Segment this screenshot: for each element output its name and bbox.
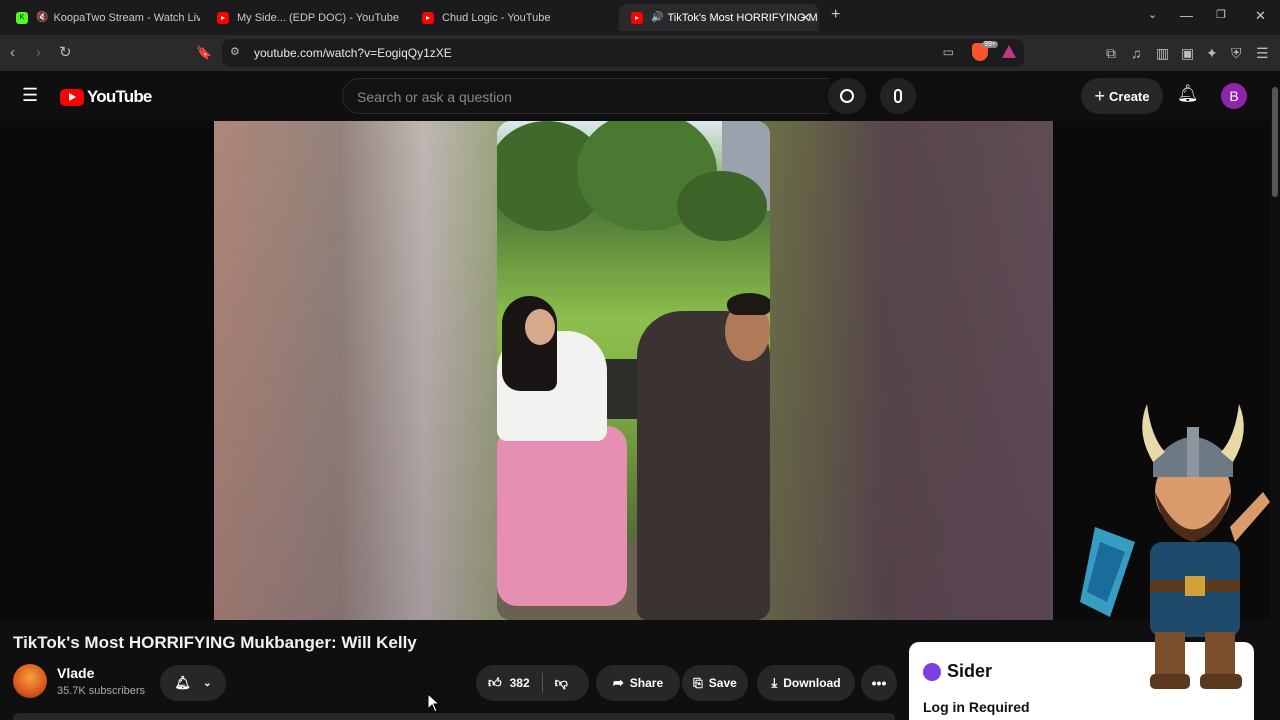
vpn-icon[interactable]: ⛨	[1231, 44, 1242, 62]
plus-icon: +	[1094, 85, 1106, 106]
back-icon[interactable]: ‹	[10, 44, 15, 62]
wallet-icon[interactable]: ▣	[1181, 44, 1194, 62]
sider-login-message: Log in Required	[923, 699, 1030, 715]
chevron-down-icon: ⌄	[203, 677, 212, 689]
sidebar-icon[interactable]: ▥	[1156, 44, 1169, 62]
site-settings-icon[interactable]: ⚙	[230, 45, 240, 58]
tab-koopatwo[interactable]: K 🔇 KoopaTwo Stream - Watch Live o	[4, 4, 200, 31]
like-count[interactable]: 382	[510, 676, 530, 690]
save-button[interactable]: ⎘ Save	[682, 665, 748, 701]
notifications-bell-icon[interactable]: 🔔︎	[1177, 84, 1199, 104]
brave-rewards-icon[interactable]	[1002, 45, 1016, 58]
like-divider	[541, 673, 543, 693]
url-text[interactable]: youtube.com/watch?v=EogiqQy1zXE	[254, 46, 452, 60]
speaker-icon: 🔊	[651, 12, 664, 23]
cast-icon[interactable]: ▭	[943, 45, 954, 59]
tab-title: My Side... (EDP DOC) - YouTube	[237, 11, 400, 24]
dislike-icon[interactable]: 👎︎	[555, 675, 568, 691]
restore-icon[interactable]: ❐	[1216, 8, 1226, 21]
tab-tiktok-horrifying[interactable]: 🔊 TikTok's Most HORRIFYING M ✕	[619, 4, 819, 31]
video-title: TikTok's Most HORRIFYING Mukbanger: Will…	[13, 633, 417, 652]
like-icon[interactable]: 👍︎	[488, 675, 502, 691]
youtube-icon	[631, 11, 643, 24]
sider-brain-icon	[923, 662, 941, 681]
close-tab-icon[interactable]: ✕	[800, 10, 811, 26]
create-button[interactable]: + Create	[1081, 78, 1163, 114]
browser-toolbar: ‹ › ↻ 🔖 ⚙ youtube.com/watch?v=EogiqQy1zX…	[0, 35, 1280, 71]
download-icon: ⤓	[771, 675, 778, 690]
channel-avatar[interactable]	[13, 664, 47, 698]
menu-icon[interactable]: ☰	[1256, 44, 1269, 62]
browser-tab-strip: K 🔇 KoopaTwo Stream - Watch Live o My Si…	[0, 0, 1280, 35]
scrollbar-thumb[interactable]	[1272, 87, 1278, 197]
search-input[interactable]: Search or ask a question	[357, 89, 512, 105]
like-dislike-group: 👍︎ 382 👎︎	[476, 665, 589, 701]
channel-name[interactable]: Vlade	[57, 665, 94, 681]
youtube-icon	[217, 11, 229, 24]
youtube-logo-text: YouTube	[87, 87, 152, 106]
description-box[interactable]	[13, 713, 895, 720]
share-label: Share	[629, 676, 664, 690]
share-button[interactable]: ➦ Share	[596, 665, 680, 701]
sider-brand-name: Sider	[947, 661, 993, 681]
video-frame	[497, 121, 770, 620]
tab-chud-logic[interactable]: Chud Logic - YouTube	[410, 4, 615, 31]
tab-list-chevron-icon[interactable]: ⌄	[1148, 8, 1157, 21]
close-window-icon[interactable]: ✕	[1255, 8, 1266, 24]
guide-menu-icon[interactable]: ☰	[22, 85, 38, 106]
save-label: Save	[708, 676, 737, 690]
more-horizontal-icon: •••	[871, 675, 887, 691]
bell-icon: 🔔︎	[174, 675, 192, 690]
youtube-play-icon	[60, 88, 84, 106]
search-button[interactable]	[828, 78, 866, 114]
save-bookmark-icon: ⎘	[693, 675, 703, 690]
mute-icon: 🔇	[36, 12, 49, 23]
download-label: Download	[783, 676, 841, 690]
more-actions-button[interactable]: •••	[861, 665, 897, 701]
search-box[interactable]: Search or ask a question	[342, 78, 830, 114]
voice-search-button[interactable]	[880, 78, 916, 114]
shield-count-badge: 99+	[982, 41, 998, 48]
forward-icon[interactable]: ›	[36, 44, 41, 62]
download-button[interactable]: ⤓ Download	[757, 665, 855, 701]
tab-my-side[interactable]: My Side... (EDP DOC) - YouTube	[205, 4, 405, 31]
bookmark-icon[interactable]: 🔖	[196, 44, 212, 62]
microphone-icon	[894, 89, 902, 103]
media-icon[interactable]: ♫	[1131, 44, 1142, 62]
mouse-cursor-icon	[427, 693, 441, 713]
tab-title: TikTok's Most HORRIFYING M	[667, 11, 818, 24]
tab-title: Chud Logic - YouTube	[442, 11, 551, 24]
tab-title: KoopaTwo Stream - Watch Live o	[53, 11, 200, 24]
subscription-bell-button[interactable]: 🔔︎ ⌄	[160, 665, 226, 701]
minimize-icon[interactable]: —	[1180, 8, 1193, 23]
viking-mascot-image	[1080, 404, 1270, 689]
youtube-masthead: ☰ YouTube Search or ask a question + Cre…	[0, 71, 1280, 121]
new-tab-icon[interactable]: +	[831, 6, 840, 24]
kick-icon: K	[16, 11, 28, 24]
search-icon	[840, 89, 854, 103]
share-icon: ➦	[612, 675, 624, 690]
subscriber-count: 35.7K subscribers	[57, 685, 146, 697]
extensions-icon[interactable]: ⧉	[1106, 44, 1116, 62]
leo-ai-icon[interactable]: ✦	[1206, 44, 1218, 62]
reload-icon[interactable]: ↻	[59, 44, 72, 62]
address-bar[interactable]: ⚙ youtube.com/watch?v=EogiqQy1zXE ▭ 99+	[222, 39, 1024, 67]
account-avatar[interactable]: B	[1221, 83, 1247, 109]
youtube-icon	[422, 11, 434, 24]
create-label: Create	[1109, 88, 1150, 104]
youtube-logo[interactable]: YouTube	[60, 87, 152, 107]
sider-brand: Sider	[923, 661, 992, 682]
